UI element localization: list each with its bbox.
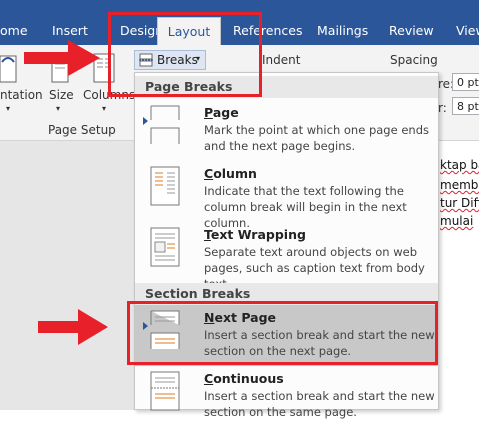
size-label[interactable]: Size	[49, 88, 74, 102]
text-wrapping-item[interactable]: Text Wrapping Separate text around objec…	[135, 222, 438, 291]
continuous-title: Continuous	[204, 371, 284, 386]
orientation-icon[interactable]	[0, 52, 20, 86]
page-break-title: Page	[204, 105, 239, 120]
page-break-icon	[150, 105, 180, 144]
document-text-line: ktap ba	[440, 158, 479, 172]
columns-dropdown-icon[interactable]: ▾	[102, 104, 106, 113]
red-arrow-icon	[24, 40, 100, 76]
page-break-description: Mark the point at which one page ends an…	[204, 123, 429, 153]
continuous-description: Insert a section break and start the new…	[204, 389, 435, 419]
document-text-line: mulai	[440, 214, 474, 228]
spacing-after-input[interactable]: 8 pt	[452, 97, 479, 115]
orientation-dropdown-icon[interactable]: ▾	[6, 104, 10, 113]
document-text-line: tur Diff	[440, 196, 479, 210]
annotation-box-next-page	[127, 301, 438, 365]
menu-marker-icon	[143, 117, 148, 125]
page-break-item[interactable]: Page Mark the point at which one page en…	[135, 100, 438, 161]
spacing-after-label: r:	[438, 101, 447, 115]
continuous-item[interactable]: Continuous Insert a section break and st…	[135, 366, 438, 427]
indent-label: Indent	[262, 53, 301, 67]
text-wrapping-icon	[150, 227, 180, 267]
tab-mailings[interactable]: Mailings	[317, 23, 368, 38]
red-arrow-icon	[38, 309, 108, 345]
annotation-box-layout	[108, 12, 262, 97]
tab-home[interactable]: ome	[0, 23, 28, 38]
tab-insert[interactable]: Insert	[52, 23, 88, 38]
document-text-line: membu	[440, 178, 479, 192]
spacing-label: Spacing	[390, 53, 438, 67]
spacing-before-input[interactable]: 0 pt	[452, 73, 479, 91]
continuous-icon	[150, 371, 180, 411]
orientation-label[interactable]: ntation	[0, 88, 43, 102]
size-dropdown-icon[interactable]: ▾	[56, 104, 60, 113]
column-break-item[interactable]: Column Indicate that the text following …	[135, 161, 438, 230]
page-setup-group-label: Page Setup	[48, 123, 116, 137]
column-break-title: Column	[204, 166, 257, 181]
column-break-icon	[150, 166, 180, 206]
document-background	[0, 141, 134, 410]
tab-view[interactable]: View	[456, 23, 479, 38]
tab-review[interactable]: Review	[389, 23, 434, 38]
text-wrapping-title: Text Wrapping	[204, 227, 306, 242]
